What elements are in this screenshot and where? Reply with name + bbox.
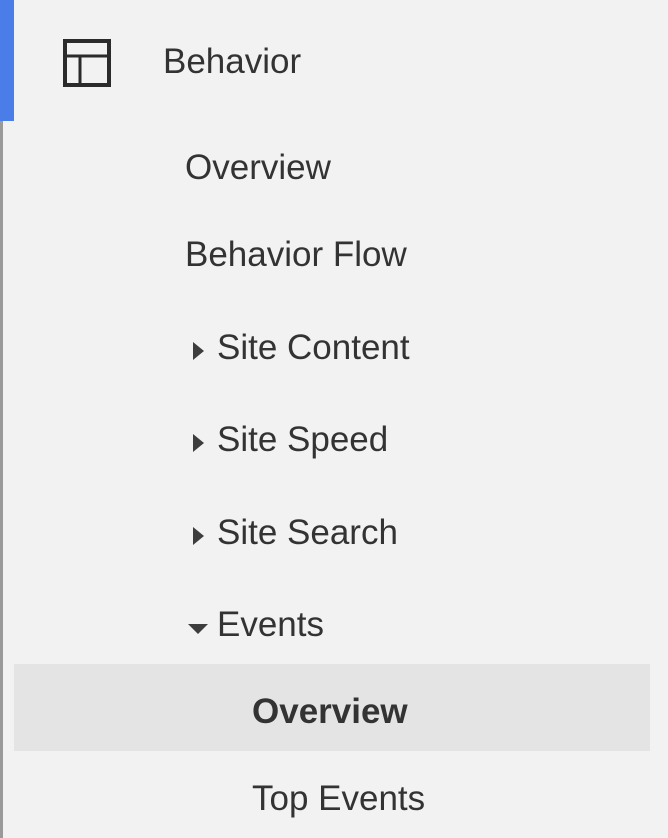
nav-item-site-search[interactable]: Site Search [217,505,398,561]
expand-arrow-icon[interactable] [193,527,204,545]
expand-arrow-icon[interactable] [193,342,204,360]
sidebar-left-border [0,0,3,838]
nav-item-site-speed[interactable]: Site Speed [217,412,388,468]
nav-item-events-overview[interactable]: Overview [252,684,408,740]
nav-item-overview[interactable]: Overview [185,140,331,196]
nav-item-behavior-flow[interactable]: Behavior Flow [185,227,407,283]
layout-icon [63,39,111,87]
nav-item-site-content[interactable]: Site Content [217,320,410,376]
behavior-section-header[interactable]: Behavior [14,0,668,121]
section-title: Behavior [163,42,302,81]
nav-item-top-events[interactable]: Top Events [252,771,425,827]
active-section-indicator [0,0,14,121]
collapse-arrow-icon[interactable] [188,624,208,634]
expand-arrow-icon[interactable] [193,434,204,452]
nav-item-events[interactable]: Events [217,597,324,653]
